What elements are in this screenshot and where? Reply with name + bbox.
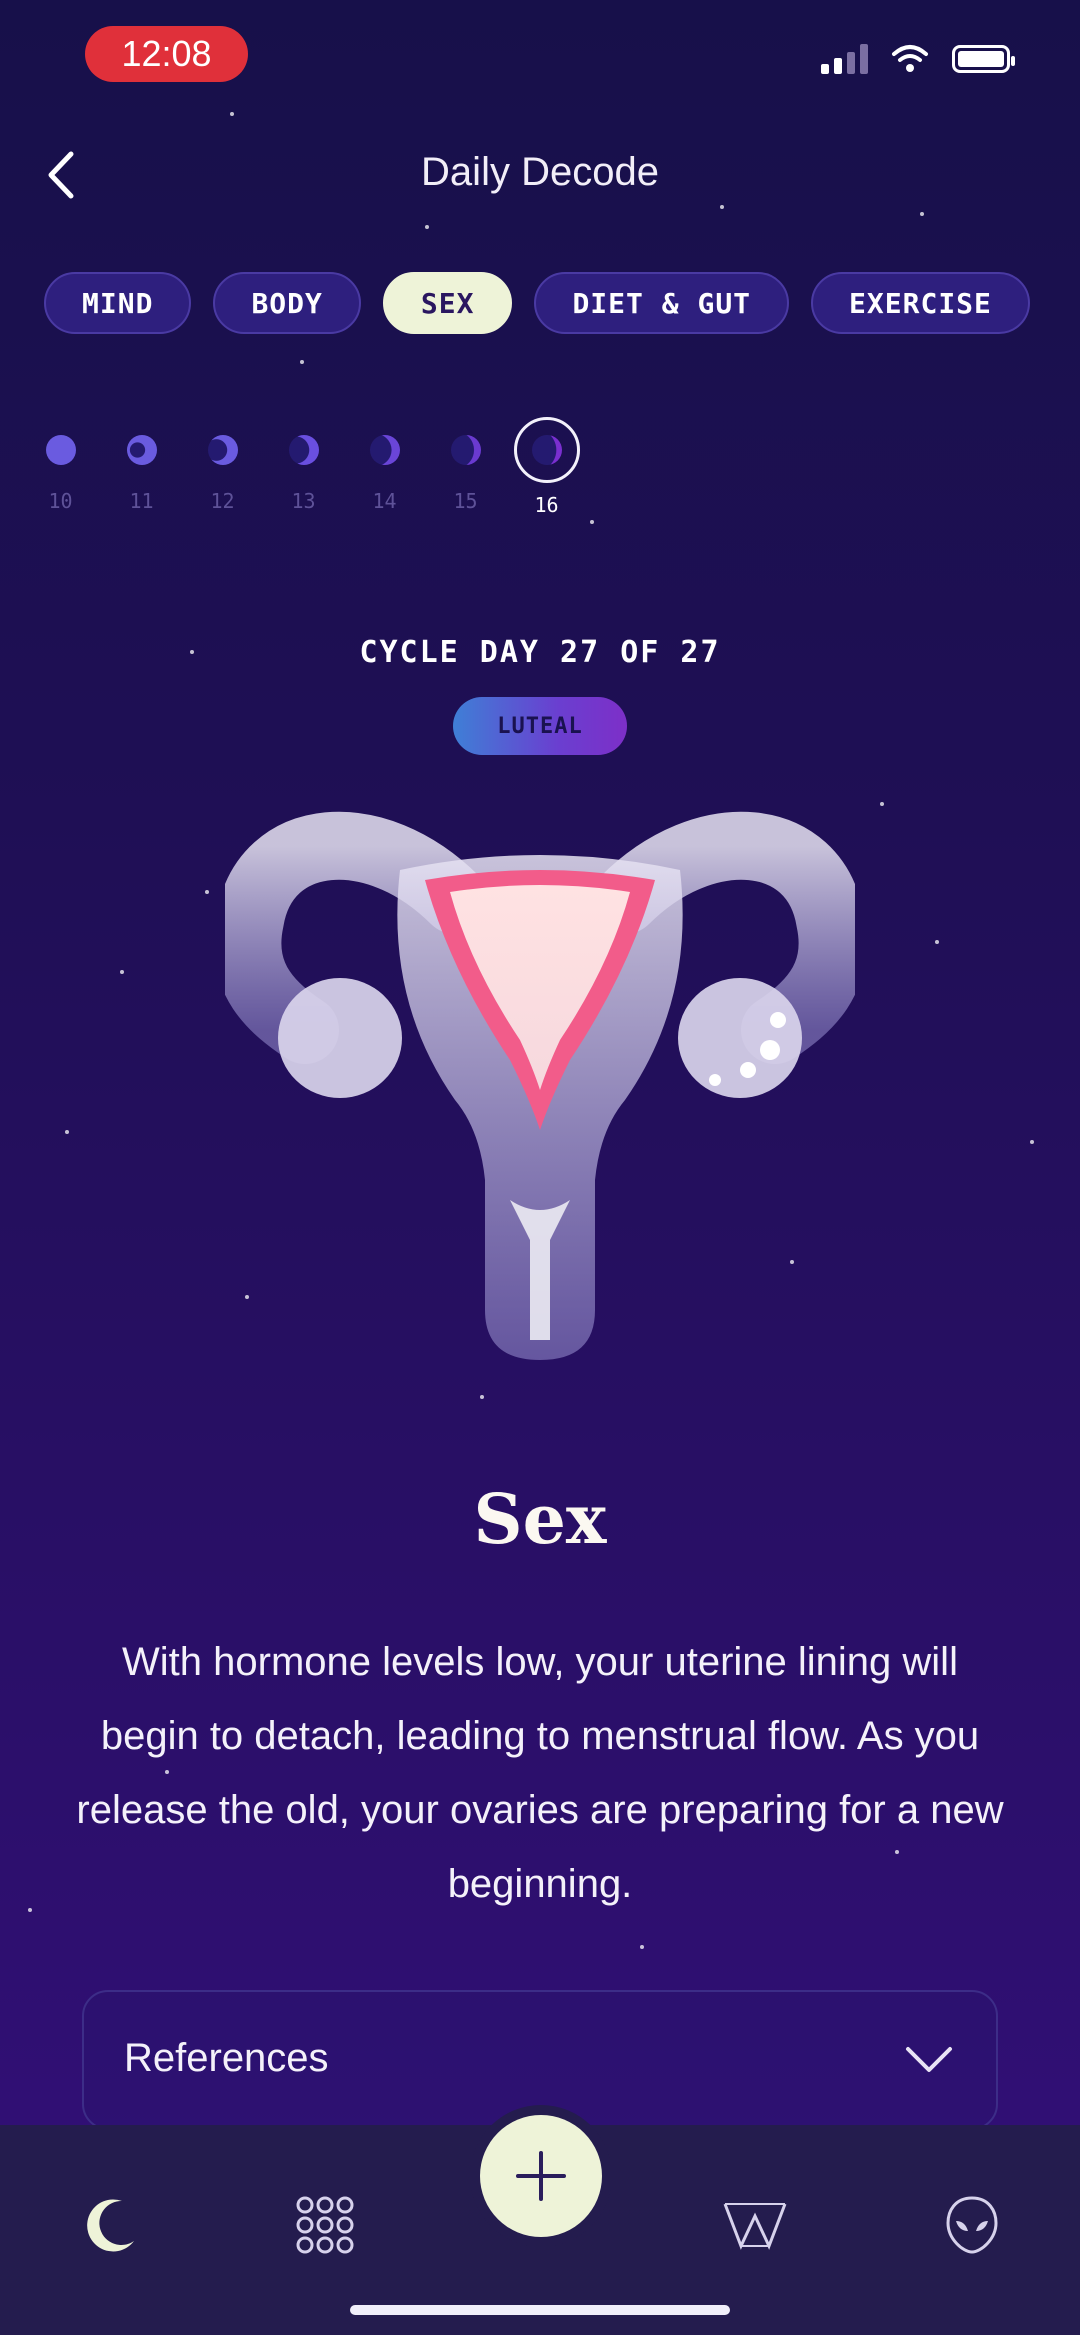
nav-wings[interactable] (715, 2185, 795, 2265)
moon-icon (87, 2199, 134, 2252)
day-item[interactable]: 12 (182, 420, 263, 517)
day-number: 16 (534, 493, 559, 517)
battery-icon (952, 45, 1015, 73)
status-icons (821, 44, 1015, 74)
day-item[interactable]: 14 (344, 420, 425, 517)
grid-dots-icon (296, 2196, 354, 2254)
day-item-active[interactable]: 16 (506, 417, 587, 517)
nav-profile[interactable] (932, 2185, 1012, 2265)
bottom-navigation (0, 2115, 1080, 2335)
section-title: Sex (473, 1480, 607, 1560)
tab-mind[interactable]: MIND (44, 272, 192, 334)
day-item[interactable]: 10 (20, 420, 101, 517)
cycle-day-label: CYCLE DAY 27 OF 27 (359, 635, 721, 670)
phase-badge: LUTEAL (453, 697, 627, 755)
moon-phase-icon (369, 435, 400, 465)
references-label: References (124, 2036, 329, 2080)
uterus-icon (213, 811, 867, 1360)
day-number: 12 (210, 489, 235, 513)
moon-phase-icon (45, 435, 76, 465)
day-number: 15 (453, 489, 478, 513)
cellular-signal-icon (821, 44, 868, 74)
wifi-icon (892, 45, 928, 72)
category-tabs: MIND BODY SEX DIET & GUT EXERCISE (44, 272, 1030, 334)
tab-diet-gut[interactable]: DIET & GUT (534, 272, 790, 334)
nav-cycle[interactable] (72, 2185, 152, 2265)
status-bar: 12:08 (0, 0, 1080, 110)
day-item[interactable]: 15 (425, 420, 506, 517)
plus-icon (516, 2151, 566, 2201)
day-number: 14 (372, 489, 397, 513)
day-item[interactable]: 11 (101, 420, 182, 517)
chevron-down-icon (906, 2047, 952, 2072)
moon-phase-icon (450, 435, 481, 465)
alien-icon (946, 2196, 998, 2254)
day-number: 10 (48, 489, 73, 513)
references-accordion[interactable]: References (82, 1990, 998, 2130)
section-description: With hormone levels low, your uterine li… (76, 1640, 1004, 1906)
day-item[interactable]: 13 (263, 420, 344, 517)
tab-body[interactable]: BODY (213, 272, 361, 334)
day-number: 13 (291, 489, 316, 513)
header: Daily Decode (0, 130, 1080, 220)
home-indicator (350, 2305, 730, 2315)
tab-exercise[interactable]: EXERCISE (811, 272, 1030, 334)
moon-phase-icon (207, 435, 238, 465)
moon-phase-icon (288, 435, 319, 465)
selected-day-ring (513, 417, 580, 483)
moon-phase-icon (126, 435, 157, 465)
uterus-illustration (213, 800, 867, 1380)
page-title: Daily Decode (421, 150, 659, 194)
wings-logo-icon (723, 2203, 787, 2250)
status-time: 12:08 (85, 26, 248, 82)
moon-phase-icon (531, 435, 562, 465)
day-number: 11 (129, 489, 154, 513)
add-button[interactable] (480, 2115, 602, 2237)
nav-grid[interactable] (285, 2185, 365, 2265)
day-selector: 10 11 12 13 14 15 16 (20, 417, 587, 517)
tab-sex[interactable]: SEX (382, 272, 513, 334)
